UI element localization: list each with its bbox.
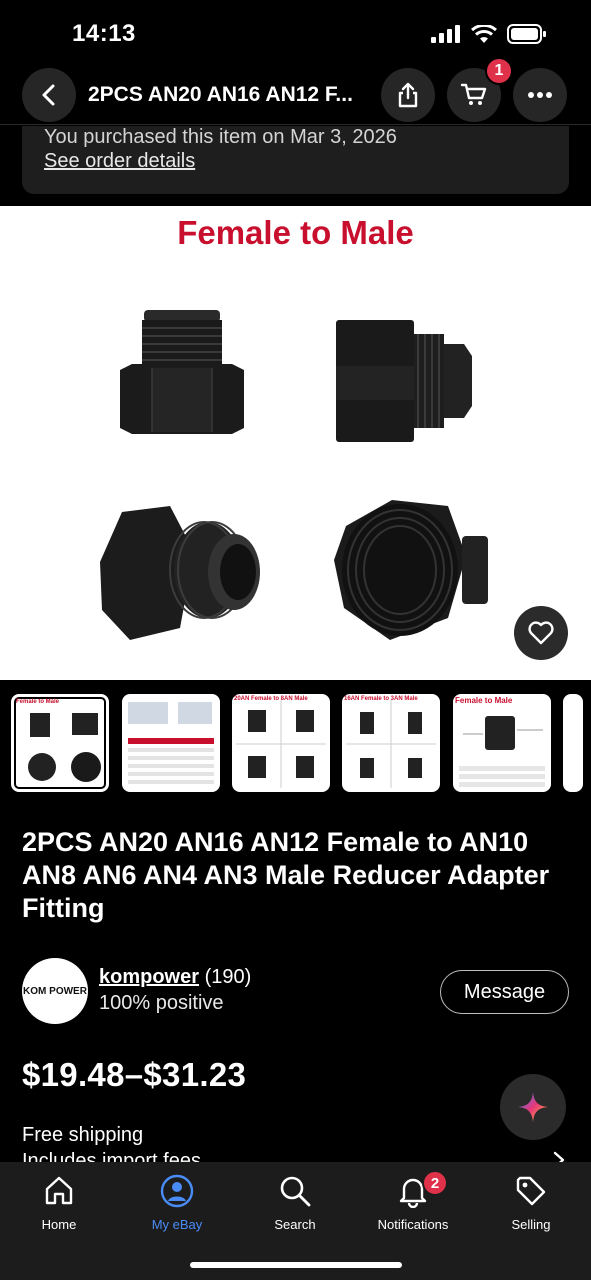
cart-icon: [460, 83, 487, 105]
thumbnail-4[interactable]: 16AN Female to 3AN Male: [342, 694, 440, 792]
top-nav: 2PCS AN20 AN16 AN12 F... 1: [0, 57, 591, 126]
fitting-image-angled: [100, 506, 260, 640]
search-icon: [280, 1176, 311, 1207]
more-button[interactable]: [513, 68, 567, 122]
tab-my-ebay[interactable]: My eBay: [118, 1174, 236, 1232]
home-indicator: [190, 1262, 402, 1268]
thumbnail-1[interactable]: Female to Male: [11, 694, 109, 792]
cart-count-badge: 1: [485, 57, 513, 85]
seller-feedback-count: (190): [204, 966, 252, 988]
status-icons: [431, 24, 547, 44]
tab-notifications[interactable]: Notifications: [354, 1174, 472, 1232]
fitting-image-side: [336, 320, 472, 442]
thumbnail-4-image: [346, 700, 436, 788]
thumbnail-5[interactable]: Female to Male: [453, 694, 551, 792]
tag-icon: [516, 1176, 546, 1206]
seller-name[interactable]: kompower: [99, 966, 199, 988]
thumbnail-strip: Female to Male 20AN Female to 8AN Male 1…: [0, 690, 591, 796]
chevron-left-icon: [42, 84, 55, 106]
back-button[interactable]: [22, 68, 76, 122]
notifications-badge: 2: [422, 1170, 448, 1196]
product-image[interactable]: Female to Male: [0, 206, 591, 680]
purchase-banner: You purchased this item on Mar 3, 2026 S…: [22, 126, 569, 194]
price: $19.48–$31.23: [22, 1056, 247, 1093]
fitting-image-front: [120, 310, 244, 434]
status-bar: 14:13: [0, 0, 591, 62]
thumbnail-2[interactable]: [122, 694, 220, 792]
thumbnail-3-image: [236, 700, 326, 788]
ai-assistant-button[interactable]: [500, 1074, 566, 1140]
tab-selling[interactable]: Selling: [472, 1174, 590, 1232]
user-icon: [160, 1174, 194, 1208]
wifi-icon: [471, 25, 497, 43]
tab-home[interactable]: Home: [0, 1174, 118, 1232]
image-caption: Female to Male: [177, 214, 414, 251]
purchase-message: You purchased this item on Mar 3, 2026: [44, 126, 397, 148]
order-details-link[interactable]: See order details: [44, 150, 195, 173]
status-time: 14:13: [72, 20, 136, 47]
thumbnail-1-image: [28, 713, 101, 782]
share-button[interactable]: [381, 68, 435, 122]
seller-positive: 100% positive: [99, 992, 224, 1014]
page-title: 2PCS AN20 AN16 AN12 F...: [88, 83, 353, 106]
thumbnail-2-image: [128, 702, 214, 784]
thumbnail-5-image: [459, 716, 545, 787]
shipping-info: Free shipping: [22, 1124, 144, 1146]
message-button[interactable]: Message: [440, 970, 569, 1014]
seller-avatar[interactable]: KOM POWER: [22, 958, 88, 1024]
fitting-image-back: [334, 500, 488, 640]
battery-icon: [507, 24, 546, 44]
tab-search[interactable]: Search: [236, 1174, 354, 1232]
header-divider: [0, 124, 591, 125]
product-title: 2PCS AN20 AN16 AN12 Female to AN10 AN8 A…: [22, 827, 550, 923]
signal-icon: [431, 25, 460, 43]
home-icon: [45, 1176, 73, 1205]
thumbnail-6[interactable]: [563, 694, 583, 792]
heart-icon: [528, 621, 554, 645]
seller-info[interactable]: kompower (190): [99, 966, 251, 989]
sparkle-icon: [518, 1092, 548, 1122]
more-icon: [528, 92, 552, 98]
share-icon: [398, 82, 418, 108]
watchlist-button[interactable]: [514, 606, 568, 660]
thumbnail-3[interactable]: 20AN Female to 8AN Male: [232, 694, 330, 792]
